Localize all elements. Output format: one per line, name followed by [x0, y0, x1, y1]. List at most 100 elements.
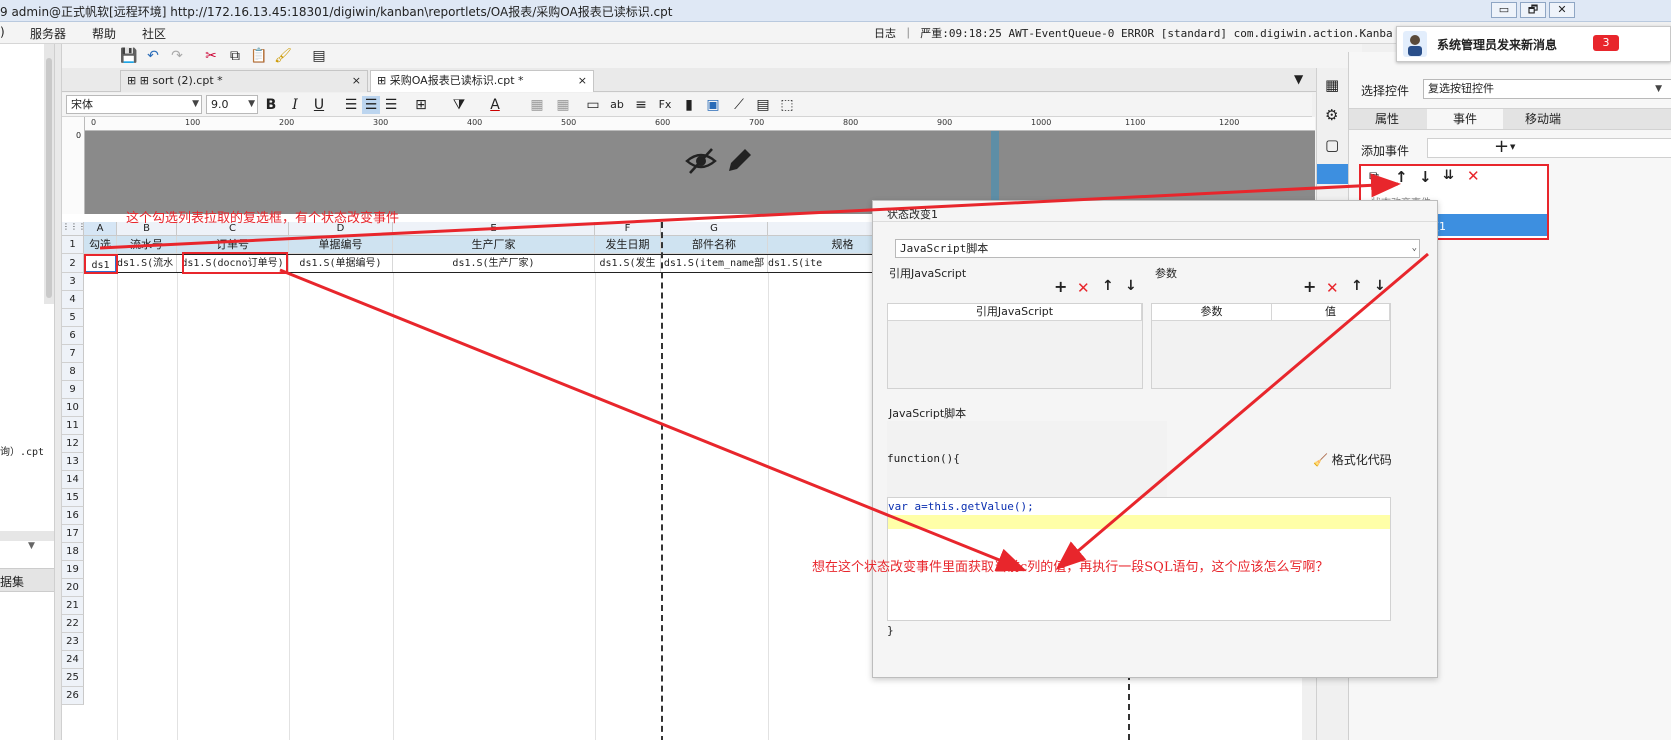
menu-item-community[interactable]: 社区 — [142, 25, 166, 42]
row-header[interactable]: 11 — [62, 417, 84, 435]
data-cell-E2[interactable]: ds1.S(生产厂家) — [393, 254, 595, 273]
row-header[interactable]: 13 — [62, 453, 84, 471]
col-header-F[interactable]: F — [595, 222, 661, 236]
align-right-icon[interactable]: ☰ — [382, 96, 400, 114]
copy-event-icon[interactable]: ⧉ — [1369, 169, 1379, 185]
move-down-icon[interactable]: ↓ — [1419, 168, 1432, 186]
row-header[interactable]: 15 — [62, 489, 84, 507]
file-label[interactable]: 询）.cpt — [0, 443, 44, 458]
row-header[interactable]: 7 — [62, 345, 84, 363]
cut-icon[interactable]: ✂ — [202, 47, 220, 65]
col-header-E[interactable]: E — [393, 222, 595, 236]
redo-icon[interactable]: ↷ — [168, 47, 186, 65]
row-header[interactable]: 12 — [62, 435, 84, 453]
row-header[interactable]: 18 — [62, 543, 84, 561]
ref-js-table[interactable]: 引用JavaScript — [887, 303, 1143, 389]
splitter[interactable] — [55, 44, 62, 740]
params-table[interactable]: 参数 值 — [1151, 303, 1391, 389]
row-header[interactable]: 22 — [62, 615, 84, 633]
col-header-A[interactable]: A — [84, 222, 117, 236]
header-cell-B1[interactable]: 流水号 — [117, 236, 177, 254]
row-header[interactable]: 20 — [62, 579, 84, 597]
row-header[interactable]: 14 — [62, 471, 84, 489]
data-cell-G2[interactable]: ds1.S(item_name部 — [661, 254, 768, 273]
row-header[interactable]: 9 — [62, 381, 84, 399]
row-header[interactable]: 5 — [62, 309, 84, 327]
undo-icon[interactable]: ↶ — [144, 47, 162, 65]
delete-ref-icon[interactable]: ✕ — [1077, 279, 1090, 297]
hide-eye-icon[interactable] — [685, 145, 717, 177]
row-header[interactable]: 19 — [62, 561, 84, 579]
row-header[interactable]: 17 — [62, 525, 84, 543]
image-icon[interactable]: ▣ — [704, 96, 722, 114]
add-ref-icon[interactable]: + — [1054, 277, 1067, 296]
format-painter-icon[interactable]: 🖌 — [274, 47, 292, 65]
tab-events[interactable]: 事件 — [1427, 109, 1503, 129]
widget-settings-icon[interactable]: ⚙ — [1325, 106, 1338, 124]
preview-icon[interactable]: ▤ — [310, 47, 328, 65]
sort-icon[interactable]: ⇊ — [1443, 168, 1454, 183]
header-cell-F1[interactable]: 发生日期 — [595, 236, 661, 254]
minimize-button[interactable]: ▭ — [1491, 2, 1517, 18]
active-side-tab[interactable] — [1317, 164, 1348, 184]
bold-icon[interactable]: B — [262, 96, 280, 114]
paragraph-icon[interactable]: ≡ — [632, 96, 650, 114]
add-event-button[interactable]: + ▼ — [1427, 136, 1671, 158]
maximize-button[interactable]: 🗗 — [1520, 2, 1546, 18]
row-header[interactable]: 3 — [62, 273, 84, 291]
header-cell-E1[interactable]: 生产厂家 — [393, 236, 595, 254]
text-icon[interactable]: ab — [608, 96, 626, 114]
tab-menu-icon[interactable]: ▼ — [1294, 72, 1303, 86]
fill-color-icon[interactable]: ⧩ — [450, 96, 468, 114]
subreport-icon[interactable]: ▤ — [754, 96, 772, 114]
row-header[interactable]: 25 — [62, 669, 84, 687]
add-param-icon[interactable]: + — [1303, 277, 1316, 296]
tab-oa-report[interactable]: ⊞ 采购OA报表已读标识.cpt * × — [370, 70, 594, 92]
font-color-icon[interactable]: A — [486, 96, 504, 114]
row-header[interactable]: 2 — [62, 254, 84, 273]
row-header[interactable]: 1 — [62, 236, 84, 254]
header-cell-D1[interactable]: 单据编号 — [289, 236, 393, 254]
tab-sort-cpt[interactable]: ⊞ ⊞ sort (2).cpt * × — [120, 70, 368, 92]
frame-icon[interactable]: ▢ — [1325, 136, 1339, 154]
row-header[interactable]: 4 — [62, 291, 84, 309]
move-up-icon[interactable]: ↑ — [1395, 168, 1408, 186]
row-header[interactable]: 24 — [62, 651, 84, 669]
row-header[interactable]: 8 — [62, 363, 84, 381]
align-left-icon[interactable]: ☰ — [342, 96, 360, 114]
underline-icon[interactable]: U — [310, 96, 328, 114]
data-cell-B2[interactable]: ds1.S(流水 — [117, 254, 177, 273]
italic-icon[interactable]: I — [286, 96, 304, 114]
row-header[interactable]: 10 — [62, 399, 84, 417]
copy-icon[interactable]: ⧉ — [226, 47, 244, 65]
collapse-icon[interactable]: ▼ — [28, 541, 35, 551]
font-family-select[interactable]: 宋体 ▼ — [66, 95, 202, 114]
cell-attr-icon[interactable]: ▦ — [1325, 76, 1339, 94]
save-icon[interactable]: 💾 — [120, 47, 138, 65]
header-cell-G1[interactable]: 部件名称 — [661, 236, 768, 254]
insert-row-icon[interactable]: ▭ — [584, 96, 602, 114]
delete-event-icon[interactable]: ✕ — [1467, 167, 1480, 185]
col-header-G[interactable]: G — [661, 222, 768, 236]
split-cells-icon[interactable]: ▦ — [554, 96, 572, 114]
tab-properties[interactable]: 属性 — [1349, 109, 1425, 129]
tab-close-icon[interactable]: × — [578, 71, 587, 91]
merge-cells-icon[interactable]: ▦ — [528, 96, 546, 114]
left-scroll-thumb[interactable] — [46, 58, 52, 298]
paste-icon[interactable]: 📋 — [250, 47, 268, 65]
tab-close-icon[interactable]: × — [352, 71, 361, 91]
more-icon[interactable]: ⬚ — [778, 96, 796, 114]
header-cell-A1[interactable]: 勾选 — [84, 236, 117, 254]
menu-item-partial[interactable]: ) — [0, 25, 5, 39]
notification-popup[interactable]: 系统管理员发来新消息 3 — [1396, 26, 1671, 62]
ref-up-icon[interactable]: ↑ — [1102, 278, 1114, 294]
data-cell-D2[interactable]: ds1.S(单据编号) — [289, 254, 393, 273]
param-down-icon[interactable]: ↓ — [1374, 278, 1386, 294]
left-hscrollbar[interactable] — [0, 531, 54, 541]
menu-item-server[interactable]: 服务器 — [30, 25, 66, 42]
ref-down-icon[interactable]: ↓ — [1125, 278, 1137, 294]
format-code-button[interactable]: 🧹 格式化代码 — [1313, 451, 1392, 468]
param-up-icon[interactable]: ↑ — [1351, 278, 1363, 294]
row-header[interactable]: 23 — [62, 633, 84, 651]
script-type-select[interactable]: JavaScript脚本 ⌄ — [895, 239, 1420, 258]
